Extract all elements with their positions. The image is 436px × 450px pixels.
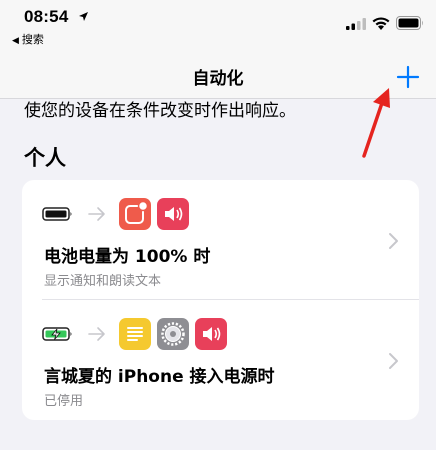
wifi-icon bbox=[372, 17, 390, 30]
notes-icon bbox=[119, 318, 151, 350]
annotation-arrow-icon bbox=[362, 88, 390, 158]
automation-title: 电池电量为 100% 时 bbox=[44, 247, 211, 267]
automation-row-battery-full[interactable]: 电池电量为 100% 时 显示通知和朗读文本 bbox=[22, 180, 419, 300]
settings-icon bbox=[157, 318, 189, 350]
back-to-app-button[interactable]: ◀ 搜索 bbox=[12, 31, 44, 47]
automation-list-card: 电池电量为 100% 时 显示通知和朗读文本 言城夏的 iPhone 接入电源时… bbox=[22, 180, 419, 420]
back-triangle-icon: ◀ bbox=[12, 36, 19, 46]
battery-icon bbox=[396, 16, 423, 30]
location-arrow-icon bbox=[79, 12, 88, 21]
chevron-right-icon bbox=[389, 353, 398, 369]
notification-icon bbox=[119, 198, 151, 230]
status-bar: 08:54 ◀ 搜索 bbox=[0, 0, 436, 50]
back-app-label: 搜索 bbox=[21, 33, 44, 46]
speaker-icon bbox=[157, 198, 189, 230]
automation-row-charger-connected[interactable]: 言城夏的 iPhone 接入电源时 已停用 bbox=[22, 300, 419, 420]
chevron-arrow-icon bbox=[88, 207, 105, 221]
cellular-signal-icon bbox=[346, 18, 366, 30]
battery-full-icon bbox=[42, 207, 72, 221]
automation-subtitle: 已停用 bbox=[44, 394, 84, 409]
status-time: 08:54 bbox=[24, 7, 69, 26]
speaker-icon bbox=[195, 318, 227, 350]
automation-subtitle: 显示通知和朗读文本 bbox=[44, 274, 162, 289]
add-automation-button[interactable] bbox=[393, 62, 423, 92]
page-subtitle: 使您的设备在条件改变时作出响应。 bbox=[24, 101, 296, 121]
section-header-personal: 个人 bbox=[24, 146, 66, 170]
battery-charging-icon bbox=[42, 327, 72, 341]
automation-title: 言城夏的 iPhone 接入电源时 bbox=[44, 367, 275, 387]
chevron-arrow-icon bbox=[88, 327, 105, 341]
chevron-right-icon bbox=[389, 233, 398, 249]
